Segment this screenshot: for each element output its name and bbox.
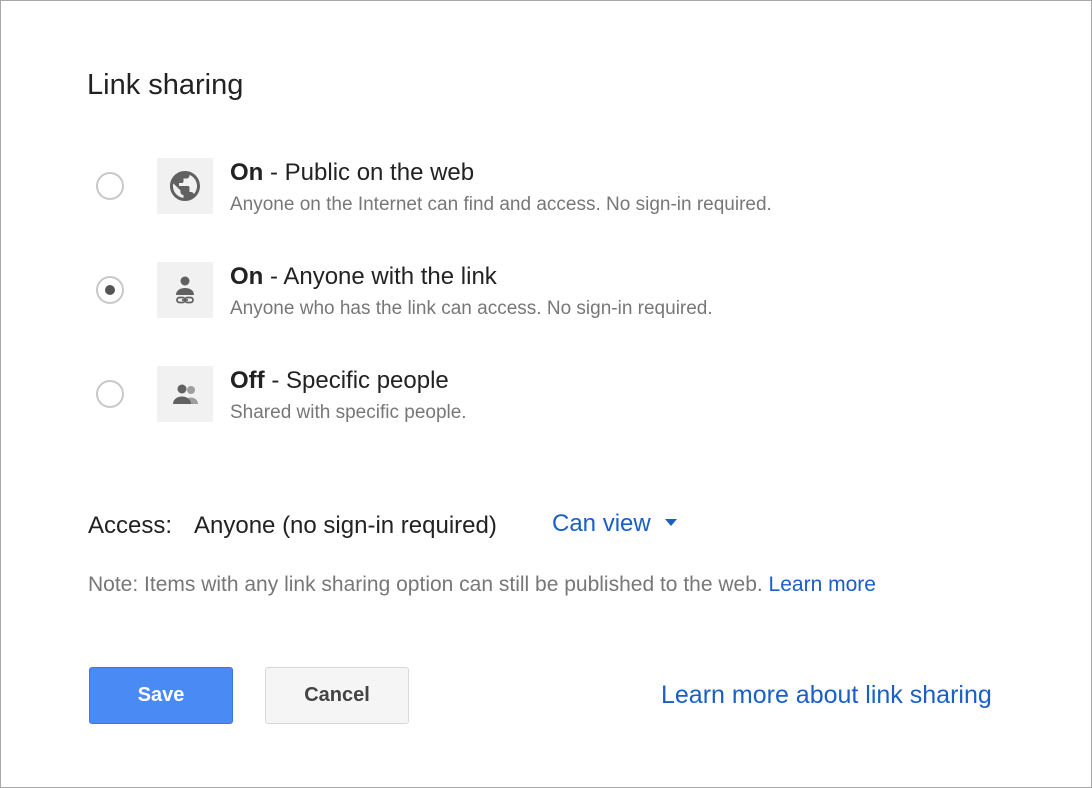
access-label: Access: [88,512,173,539]
option-label: - Specific people [264,367,449,394]
option-heading: On - Anyone with the link [230,262,713,292]
option-public-on-web[interactable]: On - Public on the web Anyone on the Int… [1,158,1001,228]
dialog-title: Link sharing [87,69,244,101]
learn-more-link[interactable]: Learn more [769,573,876,596]
option-description: Shared with specific people. [230,402,467,423]
radio-specific-people[interactable] [96,380,124,408]
option-description: Anyone who has the link can access. No s… [230,298,713,319]
learn-more-about-link-sharing-link[interactable]: Learn more about link sharing [661,679,992,711]
radio-public-on-web[interactable] [96,172,124,200]
option-heading: On - Public on the web [230,158,772,188]
option-heading: Off - Specific people [230,366,467,396]
option-anyone-with-link[interactable]: On - Anyone with the link Anyone who has… [1,262,1001,332]
option-state: On [230,263,264,290]
note-text: Note: Items with any link sharing option… [88,573,769,596]
option-specific-people[interactable]: Off - Specific people Shared with specif… [1,366,1001,436]
option-label: - Anyone with the link [263,263,497,290]
permission-dropdown-label: Can view [552,510,651,537]
option-label: - Public on the web [263,159,475,186]
option-state: Off [230,367,265,394]
globe-icon [157,158,213,214]
caret-down-icon [664,519,677,527]
people-icon [157,366,213,422]
cancel-button[interactable]: Cancel [265,667,409,724]
publish-note: Note: Items with any link sharing option… [88,571,876,599]
permission-dropdown[interactable]: Can view [552,509,677,539]
link-sharing-dialog: Link sharing On - Public on the web Anyo… [0,0,1092,788]
option-description: Anyone on the Internet can find and acce… [230,194,772,215]
radio-selected-dot [105,285,115,295]
radio-anyone-with-link[interactable] [96,276,124,304]
access-value: Anyone (no sign-in required) [194,512,497,539]
option-state: On [230,159,264,186]
save-button[interactable]: Save [89,667,233,724]
person-link-icon [157,262,213,318]
